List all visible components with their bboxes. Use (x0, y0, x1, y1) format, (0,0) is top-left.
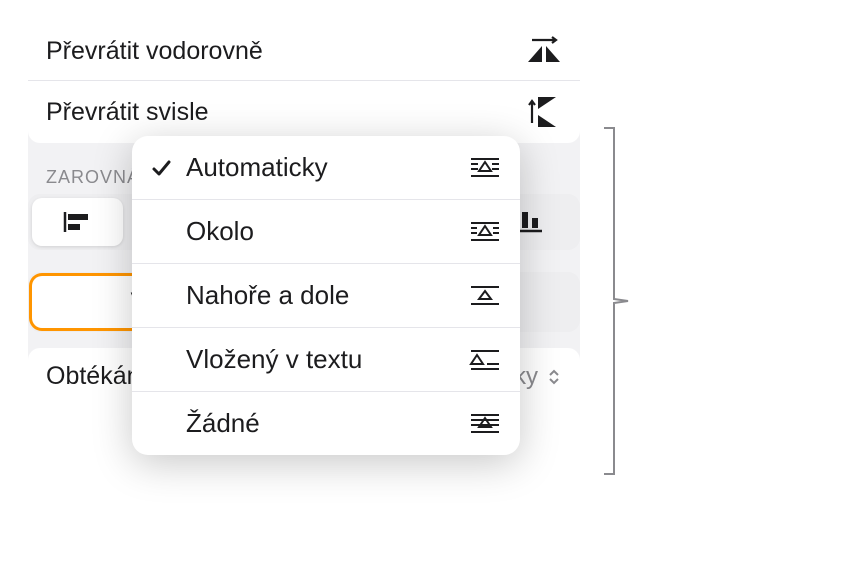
wrap-option-label: Vložený v textu (186, 344, 458, 375)
align-bottom-icon (516, 210, 546, 234)
wrap-option-label: Okolo (186, 216, 458, 247)
flip-horizontal-icon (526, 36, 562, 66)
wrap-none-icon (468, 412, 502, 436)
flip-horizontal-label: Převrátit vodorovně (46, 37, 263, 66)
text-wrap-popup: Automaticky Okolo (132, 136, 520, 455)
wrap-option-auto[interactable]: Automaticky (132, 136, 520, 199)
wrap-option-label: Automaticky (186, 152, 458, 183)
flip-vertical-label: Převrátit svisle (46, 98, 209, 127)
flip-horizontal-row[interactable]: Převrátit vodorovně (28, 22, 580, 80)
checkmark-icon (146, 157, 176, 179)
wrap-option-label: Nahoře a dole (186, 280, 458, 311)
chevron-up-down-icon (546, 369, 562, 385)
align-left-icon (62, 210, 92, 234)
wrap-auto-icon (468, 156, 502, 180)
wrap-inline-icon (468, 348, 502, 372)
wrap-option-inline[interactable]: Vložený v textu (132, 327, 520, 391)
wrap-option-label: Žádné (186, 408, 458, 439)
flip-vertical-row[interactable]: Převrátit svisle (28, 80, 580, 143)
wrap-around-icon (468, 220, 502, 244)
callout-bracket (602, 126, 632, 476)
align-left-button[interactable] (32, 198, 123, 246)
wrap-option-top-bottom[interactable]: Nahoře a dole (132, 263, 520, 327)
wrap-option-none[interactable]: Žádné (132, 391, 520, 455)
flip-vertical-icon (526, 95, 562, 129)
flip-card: Převrátit vodorovně Převrátit svisle (28, 22, 580, 143)
wrap-topbottom-icon (468, 284, 502, 308)
wrap-option-around[interactable]: Okolo (132, 199, 520, 263)
